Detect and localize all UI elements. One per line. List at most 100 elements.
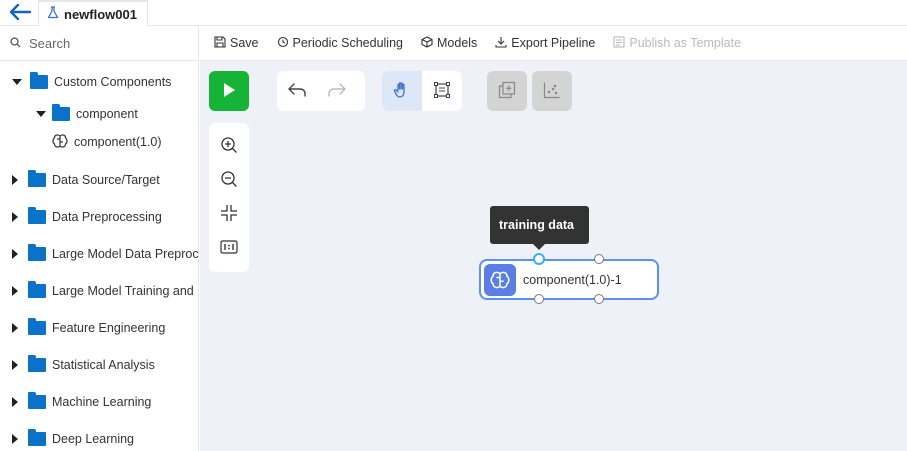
hand-icon bbox=[393, 81, 411, 102]
folder-icon bbox=[28, 355, 46, 372]
port-tooltip: training data bbox=[490, 206, 589, 250]
one-to-one-icon bbox=[220, 239, 238, 258]
save-button[interactable]: Save bbox=[214, 35, 259, 51]
models-button[interactable]: Models bbox=[421, 35, 478, 51]
pipeline-canvas[interactable]: training data component(1.0)-1 bbox=[200, 61, 907, 451]
play-icon bbox=[222, 82, 236, 101]
fit-view-button[interactable] bbox=[209, 197, 249, 231]
input-port-training-data[interactable] bbox=[533, 253, 545, 265]
cube-icon bbox=[421, 35, 433, 51]
sidebar-item-large-model-training[interactable]: Large Model Training and Ir bbox=[12, 280, 199, 302]
sidebar-item-component-folder[interactable]: component bbox=[36, 103, 138, 125]
sidebar-item-deep-learning[interactable]: Deep Learning bbox=[12, 428, 134, 450]
periodic-scheduling-label: Periodic Scheduling bbox=[292, 36, 404, 50]
folder-icon bbox=[28, 392, 46, 409]
pipeline-toolbar: Save Periodic Scheduling Models Export P… bbox=[200, 26, 907, 61]
undo-icon bbox=[288, 82, 306, 100]
run-button[interactable] bbox=[209, 71, 249, 111]
sidebar-item-label: Custom Components bbox=[54, 75, 172, 89]
component-sidebar: Custom Components component component(1.… bbox=[0, 26, 199, 451]
zoom-in-button[interactable] bbox=[209, 129, 249, 163]
sidebar-item-large-model-data-preprocessing[interactable]: Large Model Data Preproce bbox=[12, 243, 199, 265]
redo-icon bbox=[328, 82, 346, 100]
search-input[interactable] bbox=[29, 35, 179, 51]
publish-template-label: Publish as Template bbox=[629, 36, 742, 50]
output-port-1[interactable] bbox=[534, 294, 544, 304]
copy-node-button[interactable] bbox=[487, 71, 527, 111]
box-select-icon bbox=[433, 81, 451, 102]
node-label: component(1.0)-1 bbox=[523, 272, 622, 287]
search-icon bbox=[10, 36, 21, 51]
sidebar-item-label: component bbox=[76, 107, 138, 121]
caret-down-icon bbox=[12, 79, 22, 85]
output-port-2[interactable] bbox=[594, 294, 604, 304]
periodic-scheduling-button[interactable]: Periodic Scheduling bbox=[277, 36, 404, 51]
publish-template-button[interactable]: Publish as Template bbox=[613, 35, 742, 51]
sidebar-item-data-source-target[interactable]: Data Source/Target bbox=[12, 169, 160, 191]
caret-right-icon bbox=[12, 249, 18, 259]
auto-layout-button[interactable] bbox=[532, 71, 572, 111]
sidebar-item-component-1-0[interactable]: component(1.0) bbox=[52, 131, 162, 153]
interaction-mode-group bbox=[382, 71, 462, 111]
sidebar-item-label: Feature Engineering bbox=[52, 321, 166, 335]
sidebar-item-label: Data Preprocessing bbox=[52, 210, 162, 224]
brain-icon bbox=[484, 263, 516, 296]
template-icon bbox=[613, 35, 625, 51]
redo-button[interactable] bbox=[317, 71, 357, 111]
clock-icon bbox=[277, 36, 289, 51]
caret-right-icon bbox=[12, 212, 18, 222]
export-pipeline-label: Export Pipeline bbox=[511, 36, 596, 50]
tab-title: newflow001 bbox=[64, 6, 137, 22]
scatter-plot-icon bbox=[543, 81, 561, 102]
brain-icon bbox=[52, 133, 68, 151]
folder-icon bbox=[28, 281, 46, 298]
caret-right-icon bbox=[12, 434, 18, 444]
zoom-in-icon bbox=[220, 136, 238, 157]
undo-redo-group bbox=[277, 71, 365, 111]
caret-right-icon bbox=[12, 175, 18, 185]
caret-right-icon bbox=[12, 286, 18, 296]
sidebar-item-custom-components[interactable]: Custom Components bbox=[12, 71, 171, 93]
input-port-2[interactable] bbox=[594, 254, 604, 264]
folder-icon bbox=[28, 207, 46, 224]
sidebar-item-statistical-analysis[interactable]: Statistical Analysis bbox=[12, 354, 155, 376]
folder-icon bbox=[28, 318, 46, 335]
search-bar bbox=[0, 26, 198, 61]
save-label: Save bbox=[230, 36, 259, 50]
zoom-panel bbox=[209, 123, 249, 272]
sidebar-item-label: Statistical Analysis bbox=[52, 358, 155, 372]
caret-right-icon bbox=[12, 323, 18, 333]
actual-size-button[interactable] bbox=[209, 231, 249, 265]
undo-button[interactable] bbox=[277, 71, 317, 111]
zoom-out-button[interactable] bbox=[209, 163, 249, 197]
folder-icon bbox=[28, 429, 46, 446]
caret-right-icon bbox=[12, 360, 18, 370]
folder-icon bbox=[52, 104, 70, 121]
export-pipeline-button[interactable]: Export Pipeline bbox=[495, 36, 595, 51]
flask-icon bbox=[47, 6, 59, 22]
save-icon bbox=[214, 35, 226, 51]
sidebar-item-label: Large Model Data Preproce bbox=[52, 247, 199, 261]
tab-newflow[interactable]: newflow001 bbox=[38, 0, 148, 26]
sidebar-item-label: Deep Learning bbox=[52, 432, 135, 446]
top-tab-bar: newflow001 bbox=[0, 0, 907, 26]
pipeline-node-component[interactable]: component(1.0)-1 bbox=[479, 259, 659, 300]
compress-icon bbox=[220, 204, 238, 225]
folder-icon bbox=[28, 244, 46, 261]
folder-icon bbox=[28, 170, 46, 187]
sidebar-item-label: Machine Learning bbox=[52, 395, 152, 409]
sidebar-item-label: Large Model Training and Ir bbox=[52, 284, 199, 298]
back-arrow-icon[interactable] bbox=[8, 2, 32, 22]
caret-down-icon bbox=[36, 111, 46, 117]
sidebar-item-feature-engineering[interactable]: Feature Engineering bbox=[12, 317, 165, 339]
models-label: Models bbox=[437, 36, 478, 50]
pan-mode-button[interactable] bbox=[382, 71, 422, 111]
caret-right-icon bbox=[12, 397, 18, 407]
download-icon bbox=[495, 36, 507, 51]
sidebar-item-machine-learning[interactable]: Machine Learning bbox=[12, 391, 151, 413]
zoom-out-icon bbox=[220, 170, 238, 191]
sidebar-item-data-preprocessing[interactable]: Data Preprocessing bbox=[12, 206, 162, 228]
folder-icon bbox=[30, 72, 48, 89]
copy-icon bbox=[498, 81, 516, 102]
select-mode-button[interactable] bbox=[422, 71, 462, 111]
